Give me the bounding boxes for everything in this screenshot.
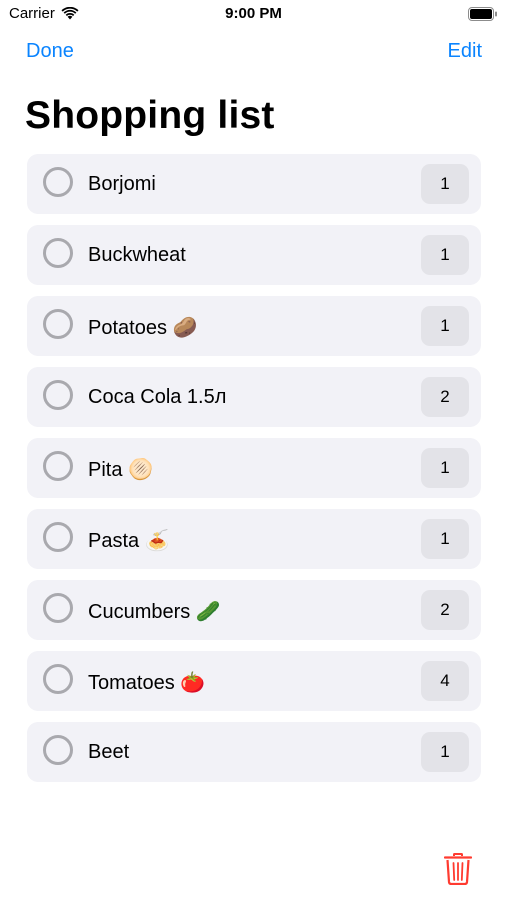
trash-icon[interactable] bbox=[444, 853, 472, 885]
quantity-badge[interactable]: 1 bbox=[421, 448, 469, 488]
quantity-badge[interactable]: 1 bbox=[421, 164, 469, 204]
item-label: Beet bbox=[88, 741, 130, 763]
quantity-badge[interactable]: 1 bbox=[421, 519, 469, 559]
list-item[interactable]: Coca Cola 1.5л 2 bbox=[27, 367, 481, 427]
list-item[interactable]: Cucumbers 🥒 2 bbox=[27, 580, 481, 640]
circle-checkbox-icon[interactable] bbox=[43, 309, 73, 339]
item-label: Pita 🫓 bbox=[88, 459, 153, 481]
item-label: Pasta 🍝 bbox=[88, 530, 170, 552]
item-label: Buckwheat bbox=[88, 244, 186, 266]
quantity-badge[interactable]: 2 bbox=[421, 377, 469, 417]
circle-checkbox-icon[interactable] bbox=[43, 593, 73, 623]
shopping-list: Borjomi 1 Buckwheat 1 Potatoes 🥔 1 Coca … bbox=[27, 154, 481, 793]
done-button[interactable]: Done bbox=[26, 40, 74, 63]
list-item[interactable]: Pasta 🍝 1 bbox=[27, 509, 481, 569]
circle-checkbox-icon[interactable] bbox=[43, 664, 73, 694]
list-item[interactable]: Borjomi 1 bbox=[27, 154, 481, 214]
item-label: Tomatoes 🍅 bbox=[88, 672, 206, 694]
item-label: Cucumbers 🥒 bbox=[88, 601, 221, 623]
list-item[interactable]: Buckwheat 1 bbox=[27, 225, 481, 285]
status-bar: Carrier 9:00 PM bbox=[0, 0, 507, 28]
edit-button[interactable]: Edit bbox=[448, 40, 482, 63]
circle-checkbox-icon[interactable] bbox=[43, 238, 73, 268]
list-item[interactable]: Potatoes 🥔 1 bbox=[27, 296, 481, 356]
status-time: 9:00 PM bbox=[225, 5, 282, 22]
circle-checkbox-icon[interactable] bbox=[43, 451, 73, 481]
page-title: Shopping list bbox=[25, 94, 275, 137]
battery-icon bbox=[468, 7, 497, 21]
circle-checkbox-icon[interactable] bbox=[43, 735, 73, 765]
item-label: Borjomi bbox=[88, 173, 156, 195]
quantity-badge[interactable]: 4 bbox=[421, 661, 469, 701]
list-item[interactable]: Beet 1 bbox=[27, 722, 481, 782]
item-label: Potatoes 🥔 bbox=[88, 317, 198, 339]
list-item[interactable]: Tomatoes 🍅 4 bbox=[27, 651, 481, 711]
list-item[interactable]: Pita 🫓 1 bbox=[27, 438, 481, 498]
circle-checkbox-icon[interactable] bbox=[43, 167, 73, 197]
circle-checkbox-icon[interactable] bbox=[43, 522, 73, 552]
quantity-badge[interactable]: 1 bbox=[421, 306, 469, 346]
quantity-badge[interactable]: 1 bbox=[421, 732, 469, 772]
quantity-badge[interactable]: 1 bbox=[421, 235, 469, 275]
quantity-badge[interactable]: 2 bbox=[421, 590, 469, 630]
circle-checkbox-icon[interactable] bbox=[43, 380, 73, 410]
item-label: Coca Cola 1.5л bbox=[88, 386, 227, 408]
